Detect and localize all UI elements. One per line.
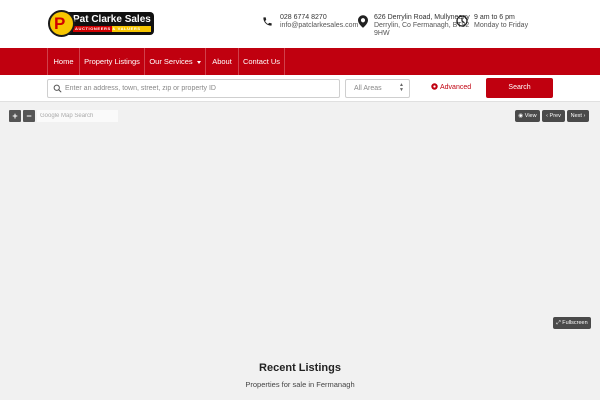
chevron-left-icon: ‹ bbox=[546, 113, 548, 119]
advanced-label: Advanced bbox=[440, 84, 472, 91]
next-button[interactable]: Next › bbox=[567, 110, 589, 122]
nav-item-contact-us[interactable]: Contact Us bbox=[239, 48, 285, 75]
phone-icon bbox=[263, 17, 272, 26]
next-label: Next bbox=[570, 113, 582, 119]
recent-listings-subtitle: Properties for sale in Fermanagh bbox=[245, 380, 355, 389]
prev-label: Prev bbox=[549, 113, 561, 119]
advanced-search-link[interactable]: Advanced bbox=[431, 83, 471, 91]
logo-plate: Pat Clarke Sales AUCTIONEERS & VALUERS bbox=[64, 12, 154, 35]
zoom-out-icon: − bbox=[26, 111, 32, 121]
address-line-3: 9HW bbox=[374, 30, 390, 37]
search-icon bbox=[53, 84, 62, 93]
logo-name: Pat Clarke Sales bbox=[73, 14, 151, 25]
expand-icon: ⤢ bbox=[556, 320, 561, 326]
search-button[interactable]: Search bbox=[486, 78, 553, 98]
search-input[interactable] bbox=[65, 80, 335, 97]
chevron-right-icon: › bbox=[583, 113, 586, 119]
map-search-input[interactable] bbox=[37, 110, 118, 122]
view-button[interactable]: ◉ View bbox=[515, 110, 540, 122]
hours-days: Monday to Friday bbox=[474, 22, 529, 29]
phone-number[interactable]: 028 6774 8270 bbox=[280, 14, 358, 22]
map-pin-icon bbox=[358, 15, 368, 28]
prev-button[interactable]: ‹ Prev bbox=[542, 110, 565, 122]
nav-our-services-label: Our Services bbox=[149, 57, 193, 66]
fullscreen-label: Fullscreen bbox=[562, 320, 588, 326]
select-arrows-icon: ▲ ▼ bbox=[399, 82, 404, 93]
nav-item-about[interactable]: About bbox=[206, 48, 239, 75]
nav-contact-us-label: Contact Us bbox=[242, 57, 281, 66]
hours-block: 9 am to 6 pm Monday to Friday bbox=[474, 14, 528, 30]
area-select[interactable]: All Areas ▲ ▼ bbox=[345, 79, 410, 98]
logo-tagline: AUCTIONEERS & VALUERS bbox=[75, 26, 141, 31]
eye-icon: ◉ bbox=[518, 113, 524, 119]
zoom-in-button[interactable]: + bbox=[9, 110, 21, 122]
logo-letter: P bbox=[54, 14, 66, 33]
gear-icon bbox=[431, 83, 438, 90]
site-header: Pat Clarke Sales AUCTIONEERS & VALUERS P… bbox=[0, 0, 600, 48]
area-select-value: All Areas bbox=[354, 85, 382, 92]
zoom-out-button[interactable]: − bbox=[23, 110, 35, 122]
search-button-label: Search bbox=[508, 84, 531, 91]
nav-item-our-services[interactable]: Our Services bbox=[145, 48, 206, 75]
hours-time: 9 am to 6 pm bbox=[474, 14, 515, 21]
main-nav: Home Property Listings Our Services Abou… bbox=[0, 48, 600, 75]
fullscreen-button[interactable]: ⤢ Fullscreen bbox=[553, 317, 591, 329]
recent-listings-heading: Recent Listings bbox=[259, 362, 341, 374]
search-input-wrapper bbox=[47, 79, 340, 98]
phone-block: 028 6774 8270 info@patclarkesales.com bbox=[280, 14, 358, 30]
site-logo[interactable]: Pat Clarke Sales AUCTIONEERS & VALUERS P bbox=[48, 10, 154, 37]
nav-about-label: About bbox=[212, 57, 232, 66]
chevron-down-icon bbox=[196, 60, 201, 64]
zoom-in-icon: + bbox=[12, 111, 18, 121]
nav-item-home[interactable]: Home bbox=[47, 48, 80, 75]
logo-badge: P bbox=[48, 10, 75, 37]
email-address[interactable]: info@patclarkesales.com bbox=[280, 22, 358, 30]
nav-home-label: Home bbox=[53, 57, 74, 66]
nav-property-listings-label: Property Listings bbox=[84, 57, 140, 66]
clock-icon bbox=[456, 15, 468, 27]
view-label: View bbox=[524, 113, 537, 119]
nav-item-property-listings[interactable]: Property Listings bbox=[80, 48, 145, 75]
